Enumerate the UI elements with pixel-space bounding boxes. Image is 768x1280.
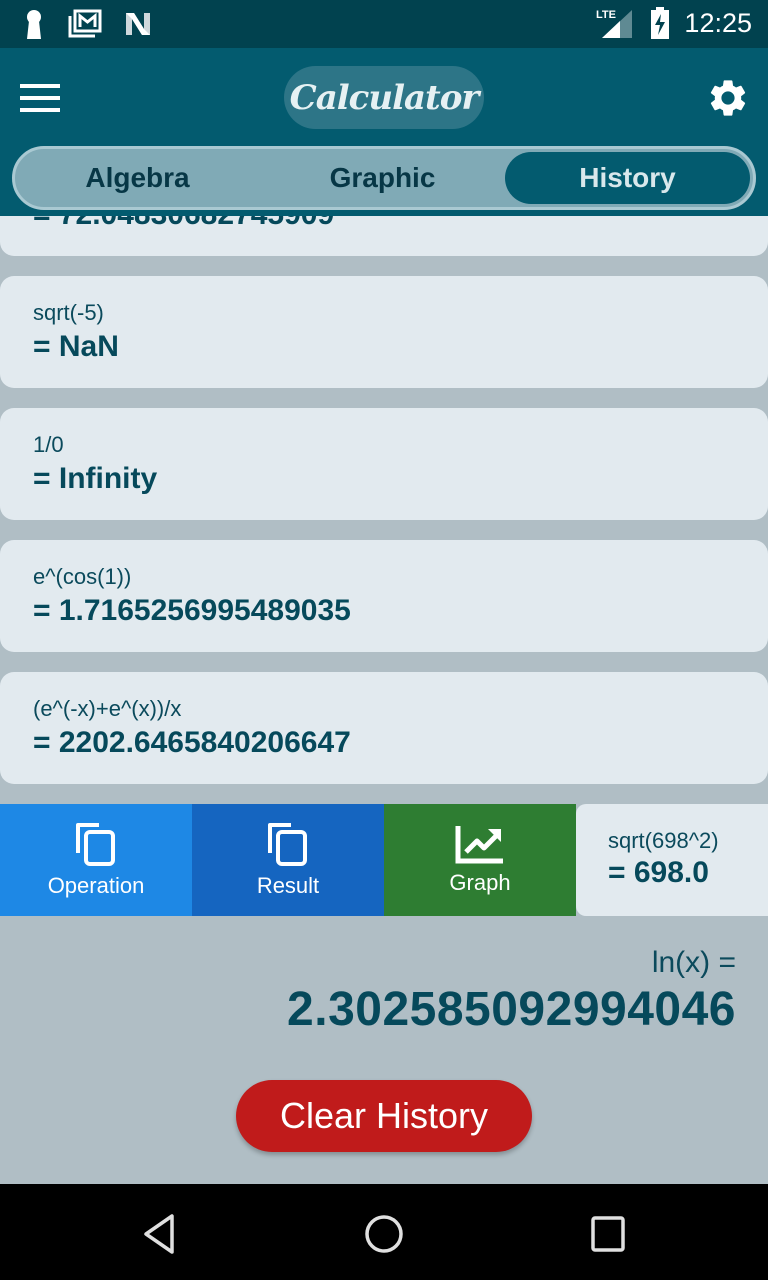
keyhole-icon: [27, 10, 41, 39]
menu-icon-bar: [20, 108, 60, 112]
function-value: 2.302585092994046: [287, 983, 736, 1036]
tab-history[interactable]: History: [505, 152, 750, 204]
history-operation: (e^(-x)+e^(x))/x: [33, 696, 182, 721]
back-button[interactable]: [138, 1212, 182, 1256]
battery-charging-icon: [651, 7, 670, 39]
menu-button[interactable]: [20, 84, 60, 114]
clock: 12:25: [684, 7, 752, 38]
n-icon: [126, 13, 150, 35]
tab-graphic[interactable]: Graphic: [260, 152, 505, 204]
tab-algebra[interactable]: Algebra: [15, 152, 260, 204]
home-button[interactable]: [362, 1212, 406, 1256]
history-result: = 2202.6465840206647: [33, 726, 351, 759]
copy-result-label: Result: [256, 873, 320, 898]
navigation-bar: [0, 1184, 768, 1280]
copy-operation-label: Operation: [47, 873, 145, 898]
graph-label: Graph: [449, 870, 511, 895]
history-result: = 1.7165256995489035: [33, 594, 351, 627]
back-icon: [144, 1214, 174, 1254]
history-item[interactable]: sqrt(-5) = NaN: [0, 276, 768, 388]
app-title: Calculator: [289, 77, 480, 118]
history-result: = Infinity: [33, 462, 158, 495]
graph-button[interactable]: Graph: [384, 804, 576, 916]
history-item[interactable]: = 72.04830682745909: [0, 216, 768, 256]
history-operation: 1/0: [33, 432, 64, 457]
app-title-pill: Calculator: [284, 66, 484, 129]
app-bar: Calculator Algebra Graphic History: [0, 48, 768, 216]
copy-icon: [76, 823, 115, 866]
svg-text:LTE: LTE: [596, 9, 616, 21]
menu-icon-bar: [20, 96, 60, 100]
copy-result-button[interactable]: Result: [192, 804, 384, 916]
trending-up-icon: [455, 826, 503, 864]
tab-bar: Algebra Graphic History: [12, 146, 756, 210]
copy-icon: [268, 823, 307, 866]
history-result: = NaN: [33, 330, 119, 363]
history-operation: e^(cos(1)): [33, 564, 132, 589]
home-icon: [365, 1215, 403, 1253]
selected-operation: sqrt(698^2): [608, 828, 719, 853]
history-operation: sqrt(-5): [33, 300, 104, 325]
history-list[interactable]: = 72.04830682745909 sqrt(-5) = NaN 1/0 =…: [0, 216, 768, 804]
signal-icon: LTE: [596, 9, 633, 38]
history-result: = 72.04830682745909: [33, 216, 334, 232]
history-item-actions: Operation Result Graph sqrt(698^2) = 698…: [0, 804, 768, 916]
history-item[interactable]: 1/0 = Infinity: [0, 408, 768, 520]
gear-icon: [710, 80, 746, 116]
copy-operation-button[interactable]: Operation: [0, 804, 192, 916]
recents-icon: [591, 1216, 625, 1252]
status-bar: LTE 12:25: [0, 0, 768, 48]
mail-icon: [68, 9, 102, 38]
recents-button[interactable]: [586, 1212, 630, 1256]
selected-history-item[interactable]: sqrt(698^2) = 698.0: [576, 804, 768, 916]
settings-button[interactable]: [706, 76, 750, 120]
function-label: ln(x) =: [651, 946, 736, 979]
history-item[interactable]: (e^(-x)+e^(x))/x = 2202.6465840206647: [0, 672, 768, 784]
selected-result: = 698.0: [608, 856, 709, 889]
menu-icon: [20, 84, 60, 88]
clear-history-button[interactable]: Clear History: [236, 1080, 532, 1152]
history-item[interactable]: e^(cos(1)) = 1.7165256995489035: [0, 540, 768, 652]
